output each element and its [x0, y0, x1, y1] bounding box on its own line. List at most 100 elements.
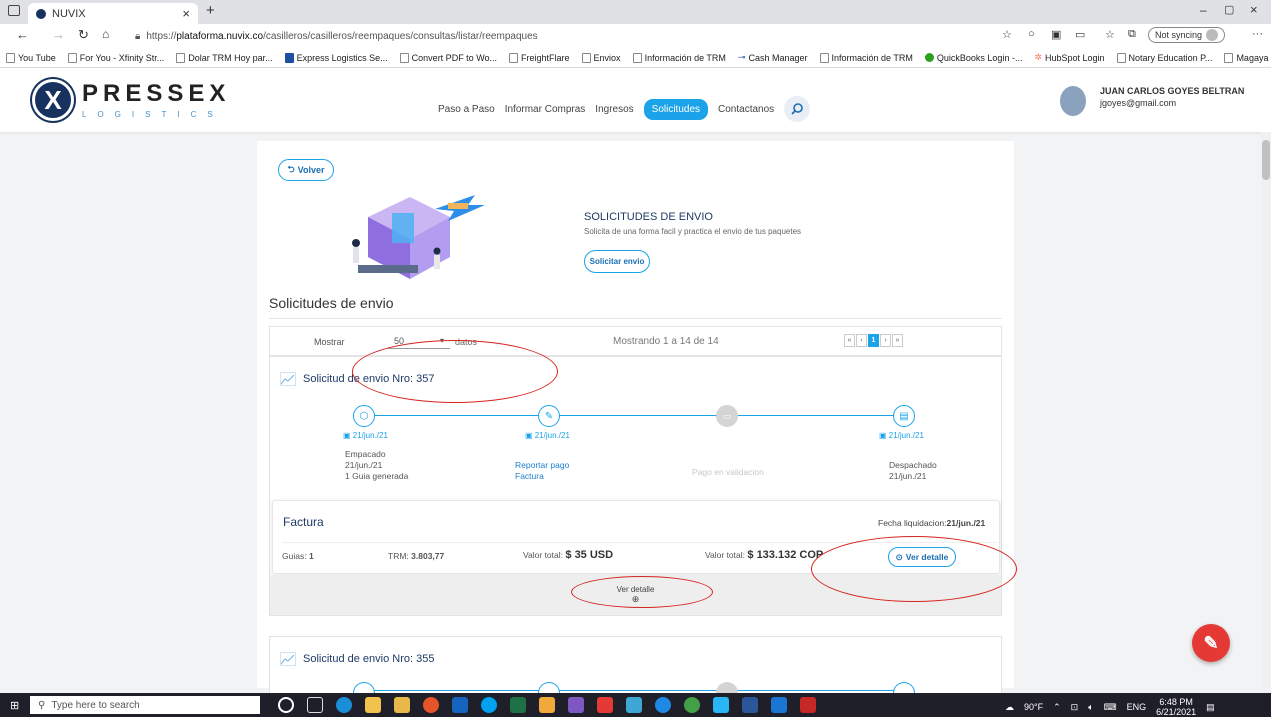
keyboard-icon[interactable]: ⌨ — [1104, 702, 1117, 713]
next-page-button[interactable]: › — [880, 334, 891, 347]
collections-icon[interactable]: ⧉ — [1128, 28, 1136, 41]
last-page-button[interactable]: » — [892, 334, 903, 347]
task-view-icon[interactable] — [307, 697, 323, 713]
word-icon[interactable] — [742, 697, 758, 713]
forward-arrow-icon[interactable]: → — [52, 27, 65, 42]
taskbar-apps — [278, 697, 816, 713]
calendar-icon: ▣ — [879, 431, 889, 440]
app-icon[interactable] — [626, 697, 642, 713]
nav-solicitudes[interactable]: Solicitudes — [643, 98, 709, 120]
notifications-icon[interactable]: ▤ — [1206, 702, 1215, 713]
browser-tab[interactable]: NUVIX × — [28, 3, 198, 24]
app-icon[interactable] — [713, 697, 729, 713]
nav-informar-compras[interactable]: Informar Compras — [505, 104, 586, 115]
factura-link[interactable]: Factura — [515, 471, 569, 482]
help-chat-button[interactable]: ✎ — [1192, 624, 1230, 662]
invoice-total-cop: Valor total: $ 133.132 COP — [705, 549, 824, 561]
search-icon — [791, 103, 803, 115]
extension-icon[interactable]: ○ — [1028, 28, 1035, 40]
url-field[interactable]: 🔒︎ https:// plataforma.nuvix.co /casille… — [135, 27, 955, 45]
card-title[interactable]: Solicitud de envio Nro: 355 — [280, 652, 434, 666]
page-1-button[interactable]: 1 — [868, 334, 879, 347]
chevron-up-icon[interactable]: ⌃ — [1053, 702, 1061, 713]
annotation-circle — [352, 340, 558, 403]
bookmark-item[interactable]: Convert PDF to Wo... — [399, 52, 497, 63]
step-reportar-pago[interactable]: ✎ — [538, 405, 560, 427]
refresh-icon[interactable]: ↻ — [78, 27, 89, 43]
hero-subtitle: Solicita de una forma facil y practica e… — [584, 227, 802, 236]
scrollbar-thumb[interactable] — [1262, 140, 1270, 180]
app-icon[interactable] — [539, 697, 555, 713]
bookmark-item[interactable]: For You - Xfinity Str... — [67, 52, 164, 63]
nav-paso-a-paso[interactable]: Paso a Paso — [438, 104, 495, 115]
bookmark-item[interactable]: ✲ HubSpot Login — [1034, 52, 1104, 63]
pressex-logo[interactable]: X PRESSEX LOGISTICS — [32, 79, 230, 121]
cast-icon[interactable]: ▭ — [1075, 28, 1085, 41]
sync-button[interactable]: Not syncing — [1148, 27, 1226, 43]
new-tab-button[interactable]: + — [206, 2, 215, 19]
volume-icon[interactable]: 🔈︎ — [1088, 702, 1093, 713]
user-menu[interactable]: JUAN CARLOS GOYES BELTRAN jgoyes@gmail.c… — [1060, 86, 1244, 116]
app-icon[interactable] — [568, 697, 584, 713]
store-icon[interactable] — [394, 697, 410, 713]
app-icon[interactable] — [423, 697, 439, 713]
back-arrow-icon[interactable]: ← — [16, 27, 29, 42]
reportar-pago-link[interactable]: Reportar pago — [515, 460, 569, 471]
weather-temp[interactable]: 90°F — [1024, 702, 1043, 712]
favorite-icon[interactable]: ☆ — [1002, 28, 1012, 41]
edge-icon[interactable] — [336, 697, 352, 713]
outlook-icon[interactable] — [452, 697, 468, 713]
bookmark-item[interactable]: Magaya Transaction... — [1224, 52, 1271, 63]
clock[interactable]: 6:48 PM 6/21/2021 — [1156, 697, 1196, 717]
network-icon[interactable]: ⊡ — [1071, 702, 1079, 713]
bookmark-item[interactable]: Notary Education P... — [1116, 52, 1212, 63]
bookmark-item[interactable]: Información de TRM — [632, 52, 726, 63]
page-icon — [819, 52, 829, 63]
prev-page-button[interactable]: ‹ — [856, 334, 867, 347]
maximize-icon[interactable]: ▢ — [1224, 3, 1234, 16]
first-page-button[interactable]: « — [844, 334, 855, 347]
taskbar-search[interactable]: ⚲ Type here to search — [30, 696, 260, 714]
bookmark-item[interactable]: Enviox — [581, 52, 621, 63]
bookmark-item[interactable]: ⊸ Cash Manager — [738, 52, 808, 63]
weather-icon[interactable]: ☁ — [1005, 702, 1014, 713]
screenshot-icon[interactable]: ▣ — [1051, 28, 1061, 41]
bookmark-item[interactable]: Información de TRM — [819, 52, 913, 63]
bookmark-item[interactable]: You Tube — [6, 52, 56, 63]
chrome-icon[interactable] — [684, 697, 700, 713]
step-despachado[interactable]: ▤ — [893, 405, 915, 427]
nav-contactanos[interactable]: Contactanos — [718, 104, 774, 115]
page-icon — [509, 52, 519, 63]
skype-icon[interactable] — [481, 697, 497, 713]
profile-icon — [1206, 29, 1219, 41]
acrobat-icon[interactable] — [800, 697, 816, 713]
more-menu-icon[interactable]: ··· — [1252, 28, 1263, 40]
app-icon[interactable] — [597, 697, 613, 713]
language-label[interactable]: ENG — [1127, 702, 1147, 712]
windows-start-icon[interactable]: ⊞ — [10, 699, 19, 712]
excel-icon[interactable] — [510, 697, 526, 713]
page-scrollbar[interactable] — [1261, 132, 1271, 688]
step-empacado[interactable]: ⬡ — [353, 405, 375, 427]
minimize-icon[interactable]: – — [1200, 3, 1207, 17]
page-icon — [1224, 52, 1234, 63]
show-label: Mostrar — [314, 337, 345, 347]
close-window-icon[interactable]: × — [1250, 2, 1258, 17]
bookmark-item[interactable]: Express Logistics Se... — [284, 52, 388, 63]
solicitar-envio-button[interactable]: Solicitar envio — [584, 250, 650, 273]
nav-ingresos[interactable]: Ingresos — [595, 104, 633, 115]
cortana-icon[interactable] — [278, 697, 294, 713]
logo-text: PRESSEX — [82, 79, 231, 107]
bookmark-item[interactable]: Dolar TRM Hoy par... — [176, 52, 273, 63]
tab-close-icon[interactable]: × — [182, 6, 190, 21]
bookmark-item[interactable]: QuickBooks Login -... — [924, 53, 1022, 63]
file-explorer-icon[interactable] — [365, 697, 381, 713]
favorites-bar-icon[interactable]: ☆ — [1105, 28, 1115, 41]
bookmark-item[interactable]: FreightFlare — [509, 52, 570, 63]
back-button[interactable]: ⮌ Volver — [278, 159, 334, 181]
app-icon[interactable] — [771, 697, 787, 713]
tab-actions-icon[interactable] — [8, 5, 20, 16]
ie-icon[interactable] — [655, 697, 671, 713]
home-icon[interactable]: ⌂ — [102, 27, 109, 41]
search-button[interactable] — [784, 96, 811, 122]
